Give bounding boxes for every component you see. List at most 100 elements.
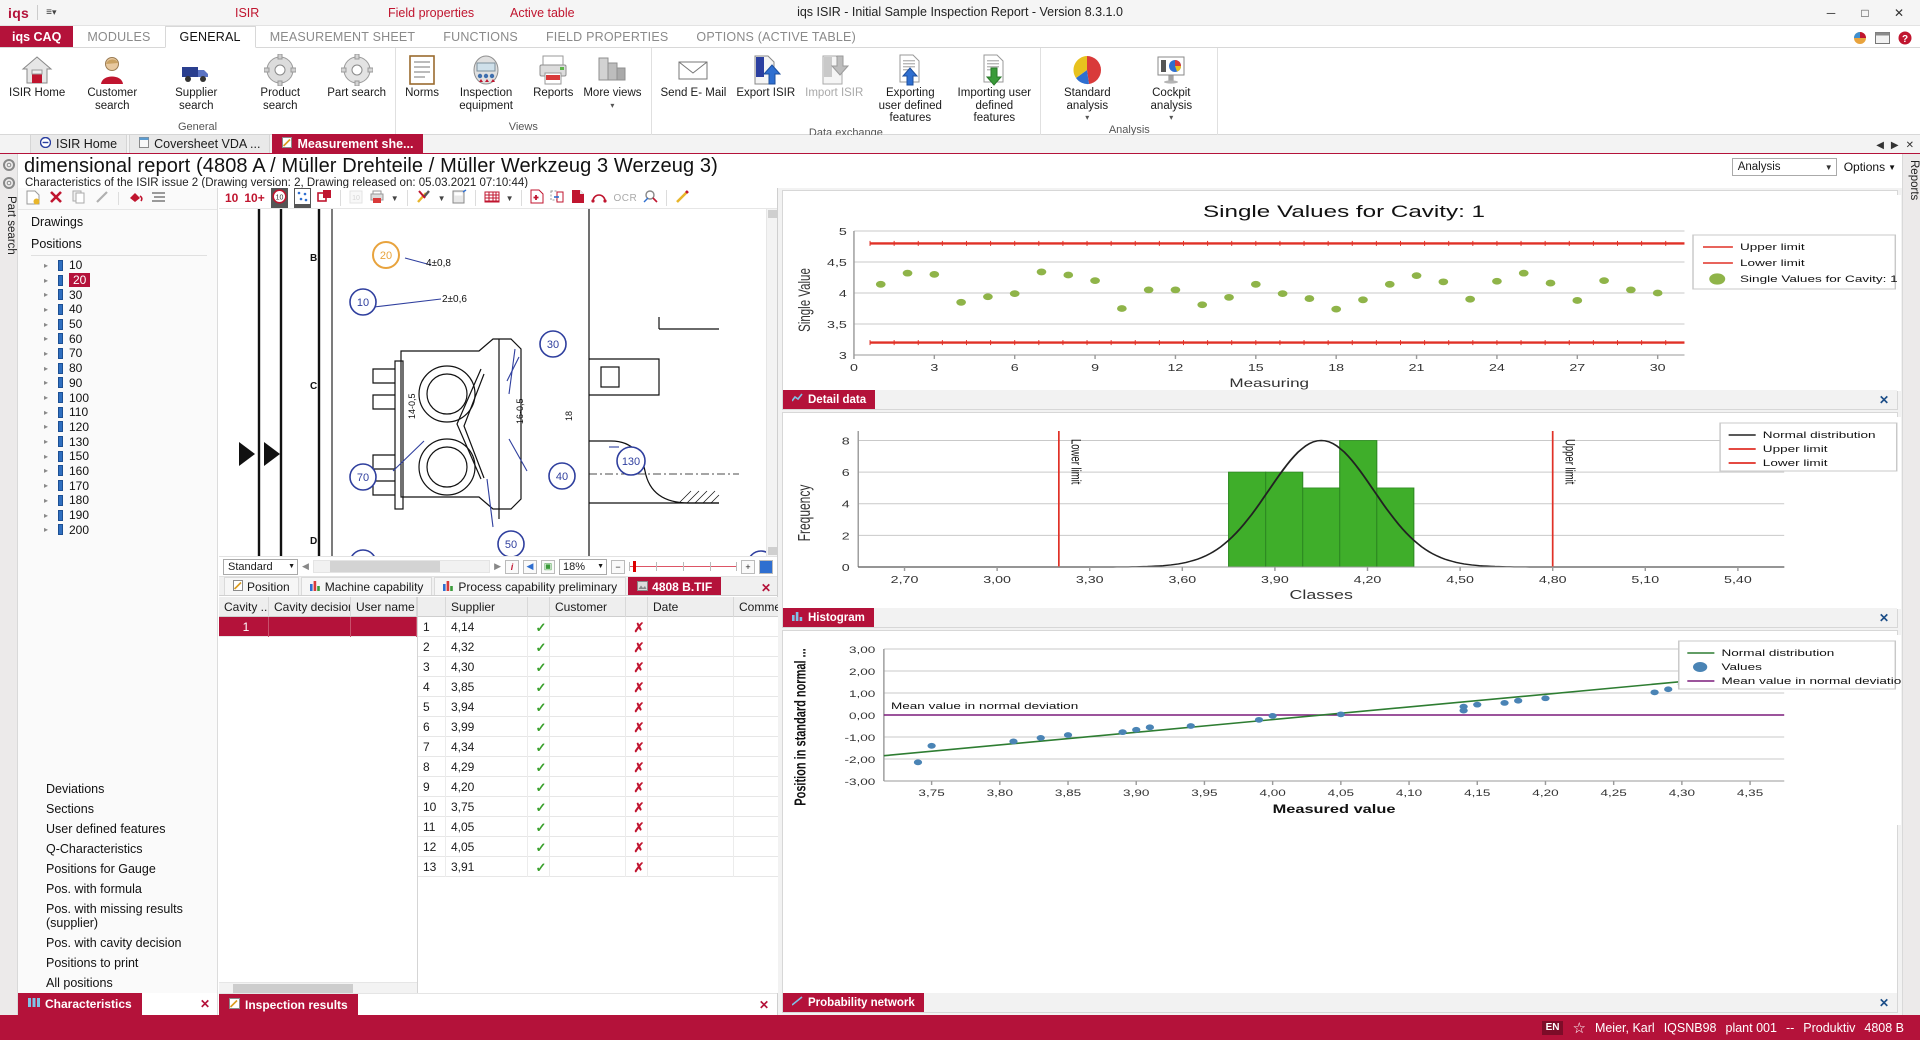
section-positions[interactable]: Positions (18, 232, 217, 254)
scroll-thumb[interactable] (330, 561, 440, 572)
cell-supplier[interactable]: 4,05 (446, 837, 528, 857)
cell-customer[interactable] (550, 757, 626, 777)
table-row[interactable]: 63,99✓✗ (418, 717, 792, 737)
options-button[interactable]: Options ▼ (1844, 160, 1896, 174)
subtab-4808-btif[interactable]: 4808 B.TIF (628, 577, 721, 595)
table-row[interactable]: 133,91✓✗ (418, 857, 792, 877)
side-tab-reports[interactable]: Reports (1903, 160, 1920, 200)
new-icon[interactable] (26, 190, 40, 208)
expand-icon[interactable]: ▸ (44, 481, 52, 490)
characteristics-link-7[interactable]: Pos. with cavity decision (18, 933, 217, 953)
expand-icon[interactable]: ▸ (44, 349, 52, 358)
characteristics-link-4[interactable]: Positions for Gauge (18, 859, 217, 879)
drawing-canvas[interactable]: B C D (219, 209, 777, 557)
position-item-10[interactable]: ▸10 (18, 258, 217, 273)
cell-customer[interactable] (550, 637, 626, 657)
cell-date[interactable] (648, 677, 734, 697)
favorite-icon[interactable]: ☆ (1572, 1019, 1585, 1037)
footer-tab-inspection-results[interactable]: Inspection results (219, 994, 358, 1016)
close-icon[interactable]: ✕ (759, 998, 769, 1012)
cell-customer[interactable] (550, 857, 626, 877)
gear-icon[interactable] (2, 158, 16, 172)
doc-tab-coversheet-vda[interactable]: Coversheet VDA ... (129, 134, 270, 153)
calculator-icon[interactable] (452, 189, 467, 207)
ribbon-button-supplier-search[interactable]: Supplier search (154, 51, 238, 114)
scroll-down-button[interactable] (768, 547, 777, 555)
cavity-grid-body[interactable]: 1 (219, 617, 417, 637)
delete-icon[interactable] (49, 190, 63, 207)
gear-icon-2[interactable] (2, 176, 16, 190)
color-wheel-icon[interactable] (1853, 31, 1867, 48)
expand-icon[interactable]: ▸ (44, 466, 52, 475)
expand-icon[interactable]: ▸ (44, 290, 52, 299)
characteristics-link-6[interactable]: Pos. with missing results (supplier) (18, 899, 217, 933)
position-item-100[interactable]: ▸100 (18, 390, 217, 405)
close-icon[interactable]: ✕ (1879, 996, 1889, 1010)
position-item-30[interactable]: ▸30 (18, 287, 217, 302)
zoom-reset-button[interactable] (759, 560, 773, 574)
grid-icon[interactable] (484, 190, 500, 207)
panel-tab-detail-data[interactable]: Detail data (783, 390, 875, 409)
table-row[interactable]: 84,29✓✗ (418, 757, 792, 777)
ocr-label[interactable]: OCR (613, 193, 637, 204)
tools-icon[interactable] (416, 189, 432, 207)
subtab-process-capability-preliminary[interactable]: Process capability preliminary (434, 577, 626, 595)
ribbon-tab-strip[interactable]: iqs CAQ MODULES GENERAL MEASUREMENT SHEE… (0, 26, 1920, 48)
table-row[interactable]: 24,32✓✗ (418, 637, 792, 657)
zoom-select[interactable]: 18% ▼ (559, 559, 607, 575)
close-icon[interactable]: ✕ (1879, 611, 1889, 625)
position-item-150[interactable]: ▸150 (18, 449, 217, 464)
characteristics-link-8[interactable]: Positions to print (18, 953, 217, 973)
tab-next-icon[interactable]: ▶ (1891, 140, 1899, 151)
chevron-down-icon[interactable]: ▼ (438, 194, 446, 203)
inspection-results-grid[interactable]: Supplier Customer Date Comment 14,14✓✗24… (418, 597, 792, 993)
table-row[interactable]: 34,30✓✗ (418, 657, 792, 677)
table-row[interactable]: 94,20✓✗ (418, 777, 792, 797)
window-layout-icon[interactable] (1875, 32, 1890, 47)
expand-icon[interactable]: ▸ (44, 276, 52, 285)
drawing-sub-tabs[interactable]: Position Machine capability Process capa… (219, 577, 777, 596)
ribbon-button-cockpit-analysis[interactable]: Cockpit analysis ▾ (1129, 51, 1213, 124)
expand-icon[interactable]: ▸ (44, 393, 52, 402)
table-row[interactable]: 14,14✓✗ (418, 617, 792, 637)
measure-icon[interactable] (643, 189, 658, 207)
cell-supplier[interactable]: 4,14 (446, 617, 528, 637)
ribbon-button-inspection-equipment[interactable]: Inspection equipment (444, 51, 528, 114)
cell-supplier[interactable]: 3,91 (446, 857, 528, 877)
position-item-180[interactable]: ▸180 (18, 493, 217, 508)
position-item-130[interactable]: ▸130 (18, 434, 217, 449)
positions-list[interactable]: ▸10▸20▸30▸40▸50▸60▸70▸80▸90▸100▸110▸120▸… (18, 258, 217, 537)
cell-customer[interactable] (550, 697, 626, 717)
tab-modules[interactable]: MODULES (73, 26, 164, 47)
position-item-80[interactable]: ▸80 (18, 361, 217, 376)
balloon-tool-icon[interactable]: 10 (271, 188, 288, 208)
expand-icon[interactable]: ▸ (44, 452, 52, 461)
ribbon-button-part-search[interactable]: Part search (322, 51, 391, 102)
cell-customer[interactable] (550, 837, 626, 857)
overlap-icon[interactable] (317, 189, 332, 207)
drawing-toolbar[interactable]: 10 10+ 10 10 ▼ ▼ ▼ OCR (219, 188, 777, 209)
expand-icon[interactable]: ▸ (44, 378, 52, 387)
rotate-icon[interactable] (591, 191, 607, 206)
help-icon[interactable]: ? (1898, 31, 1912, 48)
cell-customer[interactable] (550, 677, 626, 697)
slider-knob[interactable] (633, 561, 636, 572)
expand-icon[interactable]: ▸ (44, 334, 52, 343)
chevron-down-icon[interactable]: ▾ (610, 101, 614, 110)
doc-tab-nav[interactable]: ◀ ▶ ✕ (1876, 140, 1914, 151)
tab-options-active-table[interactable]: OPTIONS (ACTIVE TABLE) (682, 26, 870, 47)
expand-icon[interactable]: ▸ (44, 364, 52, 373)
balloon-overlay[interactable]: 20 10 30 70 40 (219, 209, 777, 557)
copy-icon[interactable] (72, 190, 86, 207)
side-tab-part-search[interactable]: Part search (0, 196, 17, 255)
ribbon-button-product-search[interactable]: Product search (238, 51, 322, 114)
cell-supplier[interactable]: 3,94 (446, 697, 528, 717)
position-item-200[interactable]: ▸200 (18, 522, 217, 537)
scroll-thumb[interactable] (233, 984, 353, 993)
ribbon-button-send-email[interactable]: Send E- Mail (656, 51, 732, 102)
cell-supplier[interactable]: 4,30 (446, 657, 528, 677)
characteristics-link-0[interactable]: Deviations (18, 779, 217, 799)
edit-icon[interactable] (95, 190, 109, 207)
panel-tab-probability-network[interactable]: Probability network (783, 993, 924, 1012)
chevron-down-icon[interactable]: ▼ (506, 194, 514, 203)
